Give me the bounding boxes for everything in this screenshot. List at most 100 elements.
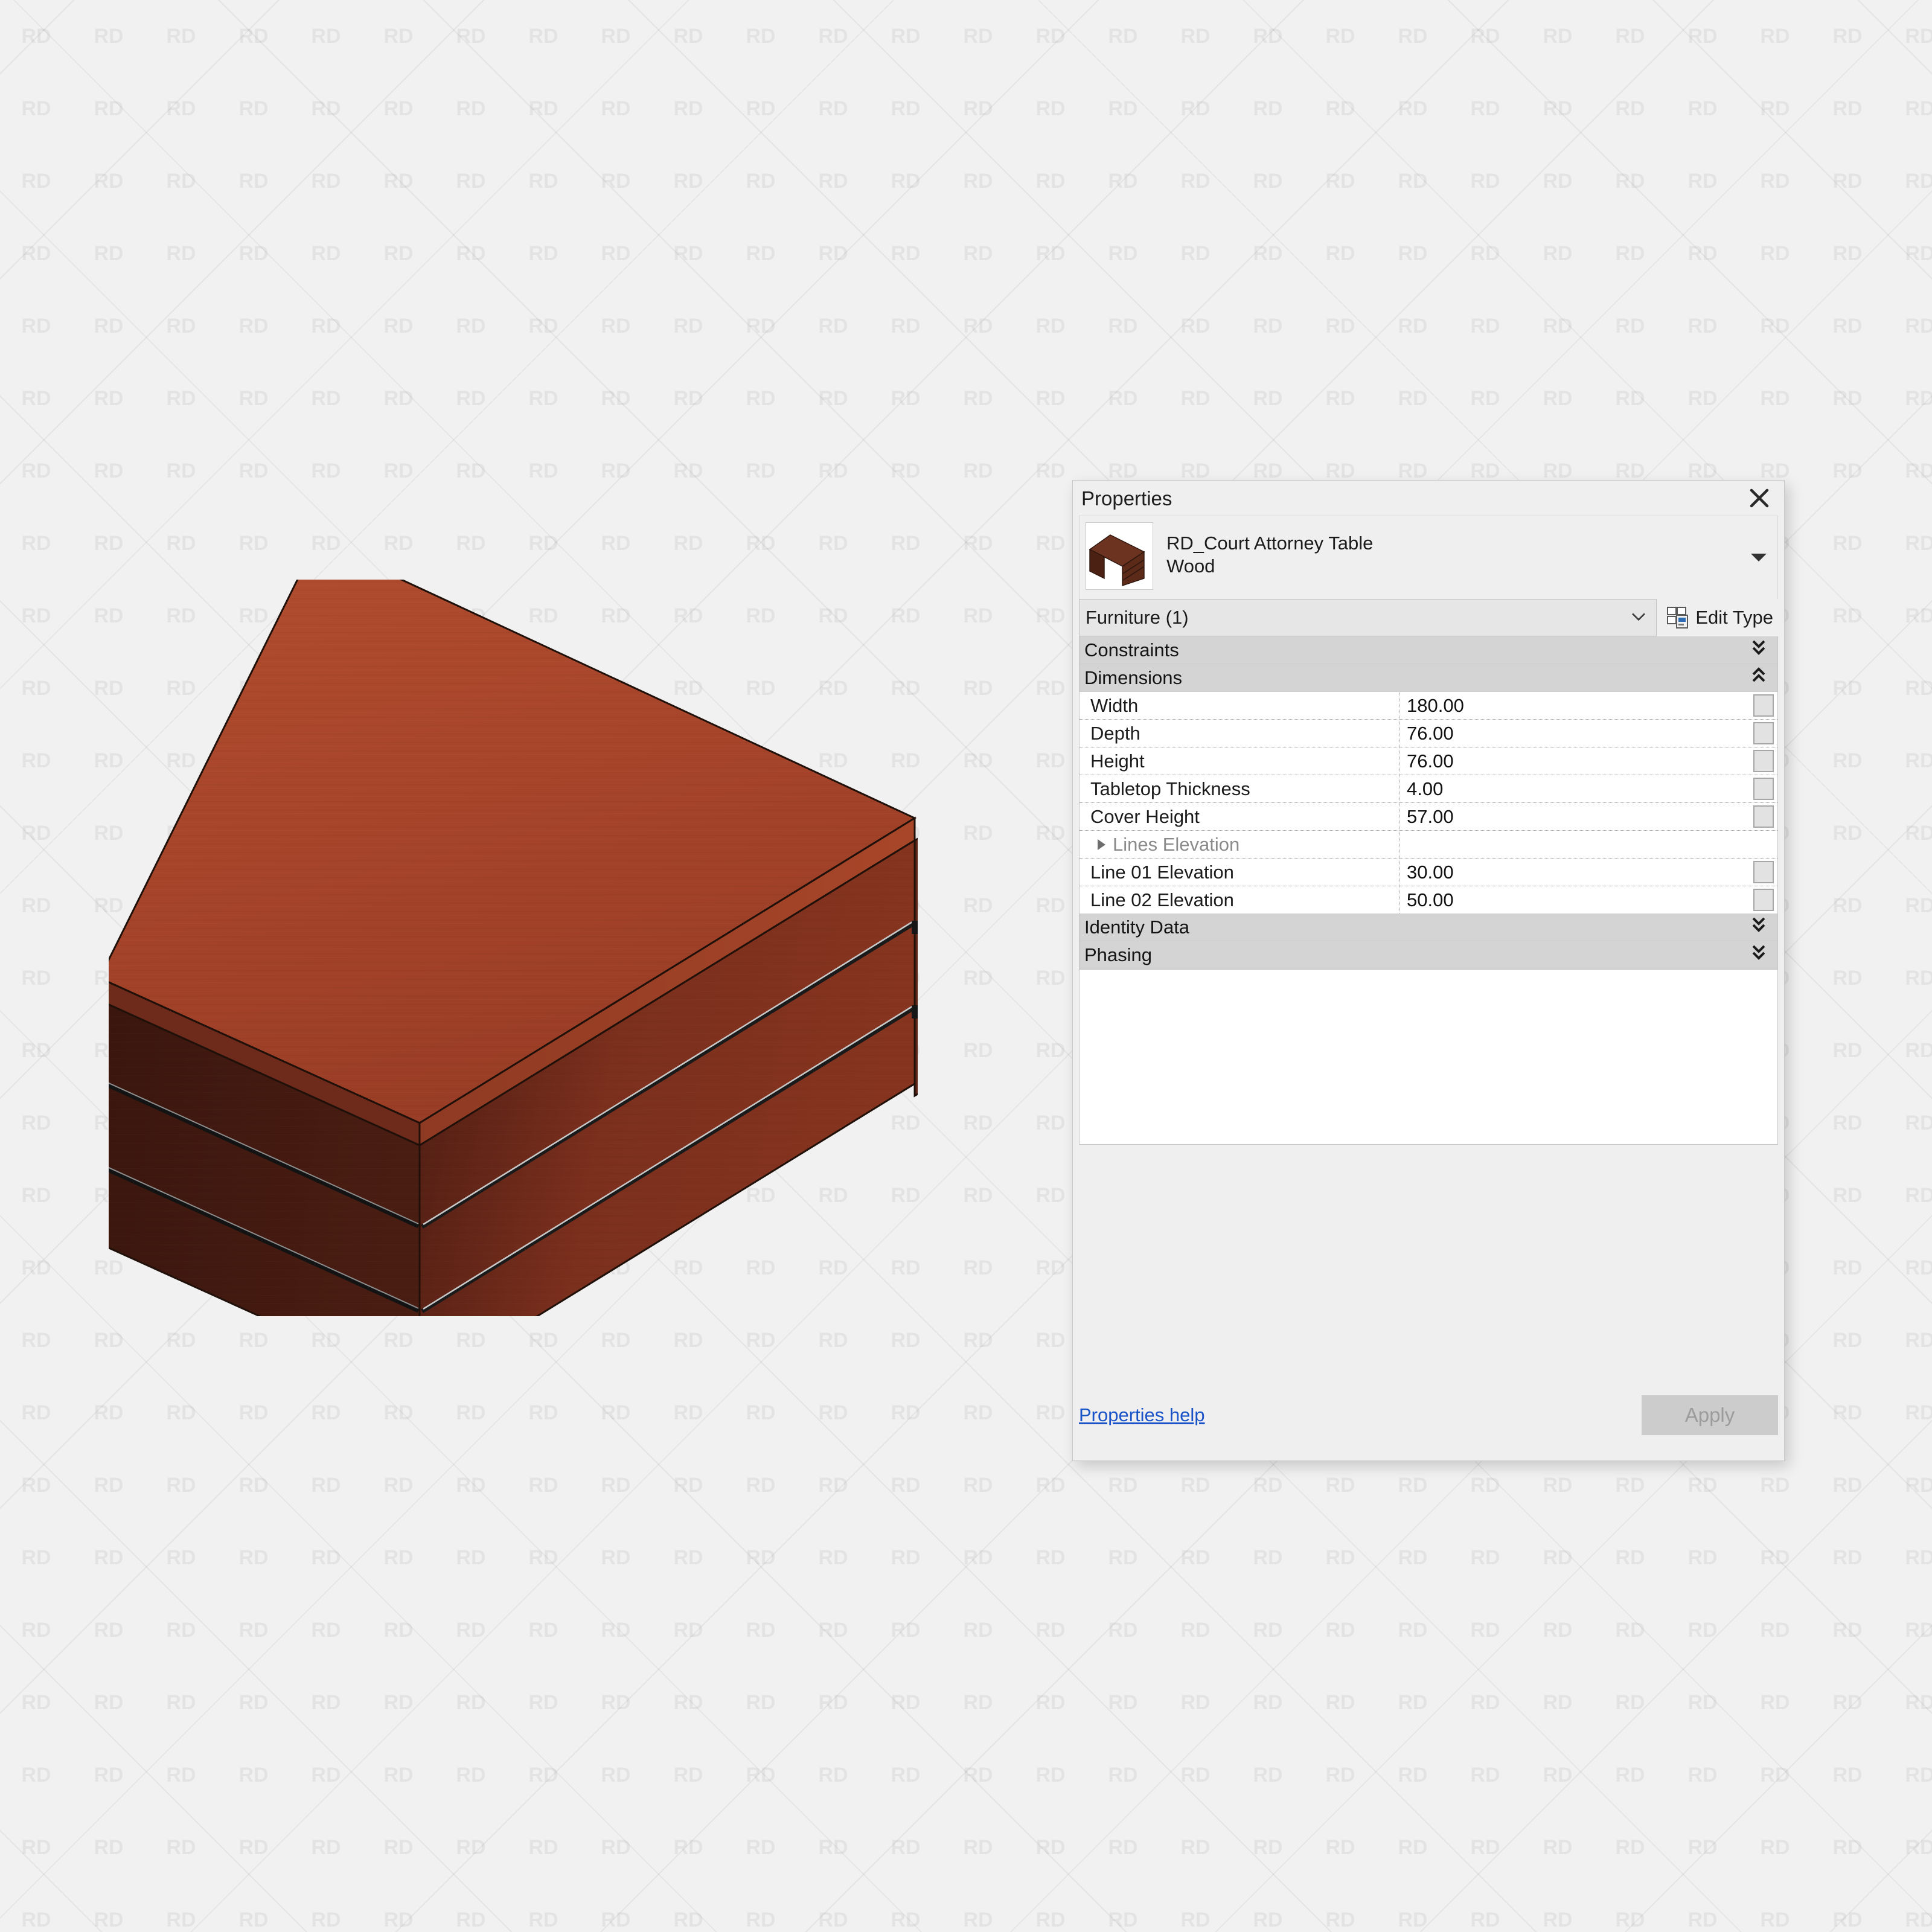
property-subgroup-row[interactable]: Lines Elevation xyxy=(1080,831,1777,859)
instance-filter-select[interactable]: Furniture (1) xyxy=(1079,599,1657,636)
watermark-label: RD xyxy=(1180,242,1211,265)
watermark-label: RD xyxy=(1470,24,1500,48)
panel-footer: Properties help Apply xyxy=(1079,1389,1778,1441)
watermark-label: RD xyxy=(746,531,776,555)
type-labels: RD_Court Attorney Table Wood xyxy=(1166,532,1373,578)
watermark-label: RD xyxy=(1615,1690,1645,1714)
apply-button[interactable]: Apply xyxy=(1642,1395,1778,1435)
group-header-phasing[interactable]: Phasing xyxy=(1080,941,1777,969)
watermark-label: RD xyxy=(383,169,414,193)
property-value-input[interactable]: 57.00 xyxy=(1399,803,1753,830)
property-row-button[interactable] xyxy=(1753,694,1774,717)
property-value-input[interactable]: 50.00 xyxy=(1399,886,1753,913)
watermark-label: RD xyxy=(1615,1835,1645,1859)
property-value-input[interactable]: 180.00 xyxy=(1399,692,1753,719)
watermark-label: RD xyxy=(1832,1763,1863,1786)
watermark-label: RD xyxy=(963,1763,993,1786)
watermark-label: RD xyxy=(238,169,269,193)
property-row[interactable]: Depth 76.00 xyxy=(1080,720,1777,747)
watermark-label: RD xyxy=(746,386,776,410)
property-row[interactable]: Tabletop Thickness 4.00 xyxy=(1080,775,1777,803)
watermark-label: RD xyxy=(601,459,631,482)
watermark-label: RD xyxy=(383,459,414,482)
property-row-button[interactable] xyxy=(1753,889,1774,911)
group-header-dimensions[interactable]: Dimensions xyxy=(1080,664,1777,692)
watermark-label: RD xyxy=(1615,1763,1645,1786)
property-row[interactable]: Width 180.00 xyxy=(1080,692,1777,720)
watermark-label: RD xyxy=(1687,386,1718,410)
watermark-label: RD xyxy=(1035,169,1066,193)
watermark-label: RD xyxy=(1035,1763,1066,1786)
watermark-label: RD xyxy=(1832,1546,1863,1569)
watermark-label: RD xyxy=(1398,1908,1428,1931)
watermark-label: RD xyxy=(1398,169,1428,193)
chevron-double-down-icon[interactable] xyxy=(1751,944,1767,967)
property-row[interactable]: Line 02 Elevation 50.00 xyxy=(1080,886,1777,913)
property-value-input[interactable]: 4.00 xyxy=(1399,775,1753,802)
watermark-label: RD xyxy=(1035,242,1066,265)
property-row-button[interactable] xyxy=(1753,778,1774,800)
watermark-label: RD xyxy=(21,386,51,410)
property-row-button[interactable] xyxy=(1753,861,1774,883)
watermark-label: RD xyxy=(1905,894,1932,917)
group-header-constraints[interactable]: Constraints xyxy=(1080,636,1777,664)
instance-filter-value: Furniture (1) xyxy=(1086,607,1189,628)
chevron-double-up-icon[interactable] xyxy=(1751,667,1767,689)
watermark-label: RD xyxy=(1905,1763,1932,1786)
properties-palette[interactable]: Properties RD_Court Attorney Table Wood … xyxy=(1072,480,1785,1461)
property-value-input[interactable]: 76.00 xyxy=(1399,747,1753,775)
group-header-identity-data[interactable]: Identity Data xyxy=(1080,913,1777,941)
property-row-button[interactable] xyxy=(1753,805,1774,828)
watermark-label: RD xyxy=(1832,1473,1863,1497)
watermark-label: RD xyxy=(166,1835,196,1859)
property-value-input[interactable]: 76.00 xyxy=(1399,720,1753,747)
watermark-label: RD xyxy=(383,1690,414,1714)
property-value-input[interactable]: 30.00 xyxy=(1399,859,1753,886)
watermark-label: RD xyxy=(963,1256,993,1279)
properties-help-link[interactable]: Properties help xyxy=(1079,1404,1205,1426)
watermark-label: RD xyxy=(1470,314,1500,337)
property-row[interactable]: Line 01 Elevation 30.00 xyxy=(1080,859,1777,886)
watermark-label: RD xyxy=(1905,314,1932,337)
watermark-label: RD xyxy=(238,1835,269,1859)
watermark-label: RD xyxy=(1180,24,1211,48)
watermark-label: RD xyxy=(528,386,558,410)
type-selector-block[interactable]: RD_Court Attorney Table Wood xyxy=(1079,516,1778,599)
watermark-label: RD xyxy=(1253,24,1283,48)
watermark-label: RD xyxy=(1035,1618,1066,1642)
group-header-label: Phasing xyxy=(1084,944,1153,965)
property-row[interactable]: Cover Height 57.00 xyxy=(1080,803,1777,831)
watermark-label: RD xyxy=(1760,314,1790,337)
watermark-label: RD xyxy=(238,1473,269,1497)
table-3d-model[interactable] xyxy=(109,580,918,1316)
property-row-button[interactable] xyxy=(1753,750,1774,772)
watermark-label: RD xyxy=(1180,386,1211,410)
triangle-right-icon[interactable] xyxy=(1098,839,1105,850)
watermark-label: RD xyxy=(963,604,993,627)
watermark-label: RD xyxy=(94,386,124,410)
watermark-label: RD xyxy=(1035,1835,1066,1859)
watermark-label: RD xyxy=(1543,242,1573,265)
watermark-label: RD xyxy=(21,97,51,120)
watermark-label: RD xyxy=(94,459,124,482)
watermark-label: RD xyxy=(21,24,51,48)
watermark-label: RD xyxy=(1760,1546,1790,1569)
watermark-label: RD xyxy=(21,459,51,482)
watermark-label: RD xyxy=(1687,1618,1718,1642)
panel-titlebar[interactable]: Properties xyxy=(1073,481,1784,516)
watermark-label: RD xyxy=(601,314,631,337)
type-dropdown-arrow-icon[interactable] xyxy=(1751,554,1767,561)
chevron-double-down-icon[interactable] xyxy=(1751,916,1767,939)
watermark-label: RD xyxy=(94,242,124,265)
property-subgroup-label-cell: Lines Elevation xyxy=(1080,831,1399,858)
watermark-label: RD xyxy=(746,1401,776,1424)
watermark-label: RD xyxy=(21,749,51,772)
watermark-label: RD xyxy=(601,1690,631,1714)
chevron-double-down-icon[interactable] xyxy=(1751,639,1767,662)
close-icon[interactable] xyxy=(1743,482,1776,514)
property-row[interactable]: Height 76.00 xyxy=(1080,747,1777,775)
watermark-label: RD xyxy=(1253,1763,1283,1786)
watermark-label: RD xyxy=(891,1473,921,1497)
edit-type-button[interactable]: Edit Type xyxy=(1657,599,1778,636)
property-row-button[interactable] xyxy=(1753,722,1774,744)
